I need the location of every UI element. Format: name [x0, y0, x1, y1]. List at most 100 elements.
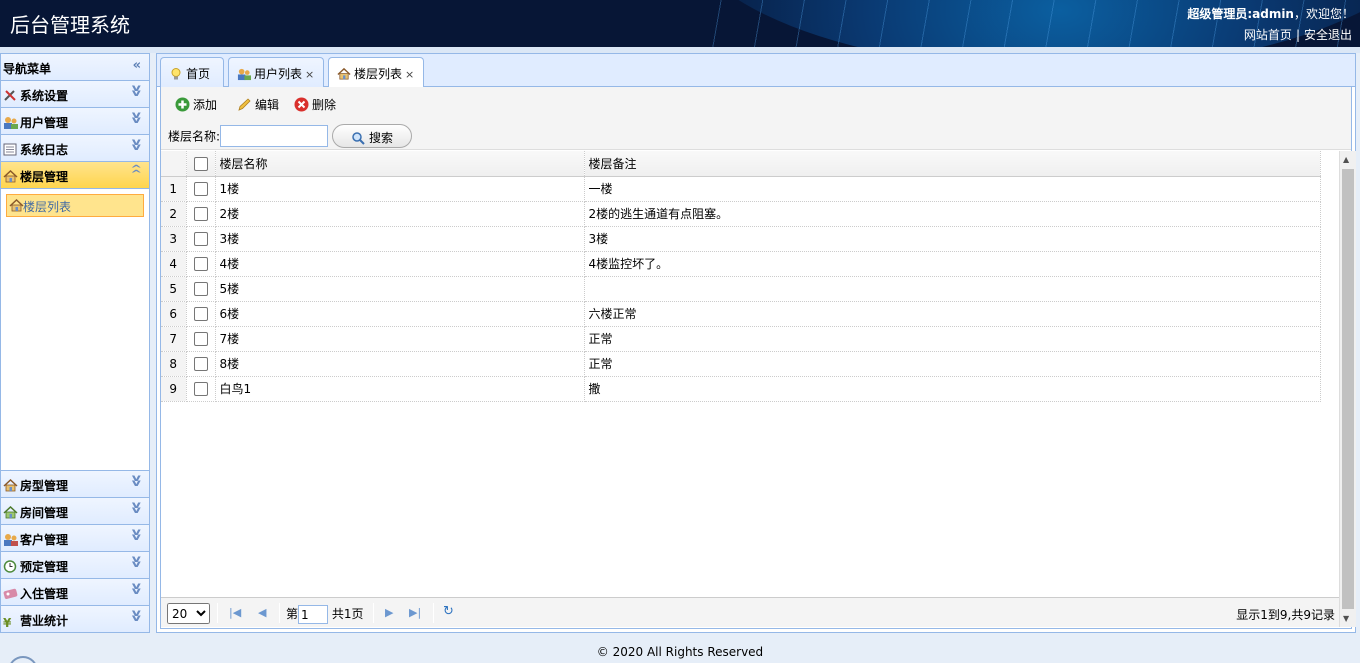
yen-icon: ¥: [3, 616, 12, 630]
delete-button[interactable]: 删除: [294, 96, 336, 114]
chevron-down-icon[interactable]: vv: [132, 84, 141, 99]
refresh-icon[interactable]: ↻: [443, 604, 454, 619]
menu-reservation-management[interactable]: 预定管理 vv: [1, 552, 149, 579]
table-row[interactable]: 6 6楼 六楼正常: [161, 301, 1321, 327]
edit-button[interactable]: 编辑: [237, 96, 279, 114]
menu-label: 楼层管理: [20, 170, 69, 184]
floor-name-cell: 4楼: [215, 251, 585, 277]
menu-business-statistics[interactable]: ¥ 营业统计 vv: [1, 606, 149, 633]
chevron-down-icon[interactable]: vv: [132, 609, 141, 624]
column-header-floor-name[interactable]: 楼层名称: [215, 151, 585, 177]
search-button[interactable]: 搜索: [332, 124, 413, 148]
menu-label: 系统设置: [20, 89, 69, 103]
floor-name-input[interactable]: [220, 125, 329, 147]
collapse-sidebar-icon[interactable]: «: [133, 58, 141, 73]
row-checkbox[interactable]: [193, 356, 208, 371]
search-row: 楼层名称: 搜索: [168, 124, 413, 148]
pager-separator: [373, 603, 374, 623]
table-row[interactable]: 4 4楼 4楼监控坏了。: [161, 251, 1321, 277]
menu-system-settings[interactable]: 系统设置 vv: [1, 81, 149, 108]
floor-name-cell: 5楼: [215, 276, 585, 302]
chevron-down-icon[interactable]: vv: [132, 501, 141, 516]
table-row[interactable]: 9 白鸟1 撒: [161, 376, 1321, 402]
close-icon[interactable]: ×: [305, 68, 314, 81]
table-row[interactable]: 2 2楼 2楼的逃生通道有点阻塞。: [161, 201, 1321, 227]
menu-system-log[interactable]: 系统日志 vv: [1, 135, 149, 162]
next-page-icon[interactable]: ▶: [385, 606, 393, 619]
table-row[interactable]: 8 8楼 正常: [161, 351, 1321, 377]
row-number: 3: [161, 226, 187, 252]
floor-name-cell: 6楼: [215, 301, 585, 327]
row-number-header: [161, 151, 187, 177]
menu-customer-management[interactable]: 客户管理 vv: [1, 525, 149, 552]
prev-page-icon[interactable]: ◀: [258, 606, 266, 619]
floor-remark-cell: 正常: [584, 351, 1321, 377]
scrollbar-thumb[interactable]: [1342, 169, 1354, 609]
pager-separator: [217, 603, 218, 623]
users-icon: [4, 534, 18, 546]
scroll-up-icon[interactable]: ▲: [1343, 155, 1349, 164]
tab-label: 楼层列表: [354, 67, 403, 81]
menu-floor-management[interactable]: 楼层管理 ^ ^: [1, 162, 149, 189]
close-icon[interactable]: ×: [405, 68, 414, 81]
menu-checkin-management[interactable]: 入住管理 vv: [1, 579, 149, 606]
floor-remark-cell: [584, 276, 1321, 302]
clock-icon: [3, 560, 17, 573]
menu-room-type-management[interactable]: 房型管理 vv: [1, 471, 149, 498]
row-checkbox[interactable]: [193, 381, 208, 396]
row-checkbox[interactable]: [193, 331, 208, 346]
row-number: 7: [161, 326, 187, 352]
table-row[interactable]: 1 1楼 一楼: [161, 176, 1321, 202]
table-row[interactable]: 3 3楼 3楼: [161, 226, 1321, 252]
pager-separator: [433, 603, 434, 623]
row-checkbox[interactable]: [193, 256, 208, 271]
floor-remark-cell: 六楼正常: [584, 301, 1321, 327]
row-number: 5: [161, 276, 187, 302]
scroll-down-icon[interactable]: ▼: [1343, 614, 1349, 623]
last-page-icon[interactable]: ▶|: [409, 606, 421, 619]
row-checkbox[interactable]: [193, 281, 208, 296]
select-all-checkbox[interactable]: [193, 156, 208, 171]
menu-room-management[interactable]: 房间管理 vv: [1, 498, 149, 525]
page-number-input[interactable]: [298, 605, 329, 624]
chevron-down-icon[interactable]: vv: [132, 555, 141, 570]
vertical-scrollbar[interactable]: ▲ ▼: [1339, 151, 1356, 627]
row-checkbox[interactable]: [193, 181, 208, 196]
logout-link[interactable]: 安全退出: [1304, 28, 1352, 42]
row-checkbox[interactable]: [193, 231, 208, 246]
row-checkbox[interactable]: [193, 206, 208, 221]
floor-name-cell: 8楼: [215, 351, 585, 377]
chevron-down-icon[interactable]: vv: [132, 528, 141, 543]
chevron-down-icon[interactable]: vv: [132, 138, 141, 153]
row-number: 8: [161, 351, 187, 377]
sidebar-item-floor-list[interactable]: 楼层列表: [6, 194, 144, 217]
floor-submenu: 楼层列表: [1, 189, 149, 471]
select-all-checkbox-cell: [186, 151, 216, 177]
tab-home[interactable]: 首页: [160, 57, 224, 87]
row-number: 4: [161, 251, 187, 277]
table-row[interactable]: 5 5楼: [161, 276, 1321, 302]
chevron-down-icon[interactable]: vv: [132, 582, 141, 597]
pencil-icon: [238, 98, 251, 111]
menu-label: 系统日志: [20, 143, 69, 157]
checkin-icon: [3, 588, 18, 599]
column-header-floor-remark[interactable]: 楼层备注: [584, 151, 1321, 177]
pagination-bar: 20 |◀ ◀ 第 共1页 ▶ ▶| ↻ 显示1到9,共9记录: [161, 597, 1339, 627]
table-row[interactable]: 7 7楼 正常: [161, 326, 1321, 352]
menu-user-management[interactable]: 用户管理 vv: [1, 108, 149, 135]
chevron-down-icon[interactable]: vv: [132, 474, 141, 489]
floor-name-cell: 7楼: [215, 326, 585, 352]
page-size-select[interactable]: 20: [167, 603, 210, 624]
chevron-up-icon[interactable]: ^ ^: [130, 165, 142, 180]
chevron-down-icon[interactable]: vv: [132, 111, 141, 126]
row-checkbox[interactable]: [193, 306, 208, 321]
tab-floor-list[interactable]: 楼层列表 ×: [328, 57, 424, 88]
tab-user-list[interactable]: 用户列表 ×: [228, 57, 324, 87]
row-checkbox-cell: [186, 276, 216, 302]
add-button[interactable]: 添加: [175, 96, 217, 114]
floor-name-cell: 白鸟1: [215, 376, 585, 402]
sidebar-title: 导航菜单 «: [1, 54, 149, 81]
site-home-link[interactable]: 网站首页: [1244, 28, 1292, 42]
first-page-icon[interactable]: |◀: [229, 606, 241, 619]
app-header: 后台管理系统 超级管理员:admin，欢迎您！ 网站首页 | 安全退出: [0, 0, 1360, 47]
